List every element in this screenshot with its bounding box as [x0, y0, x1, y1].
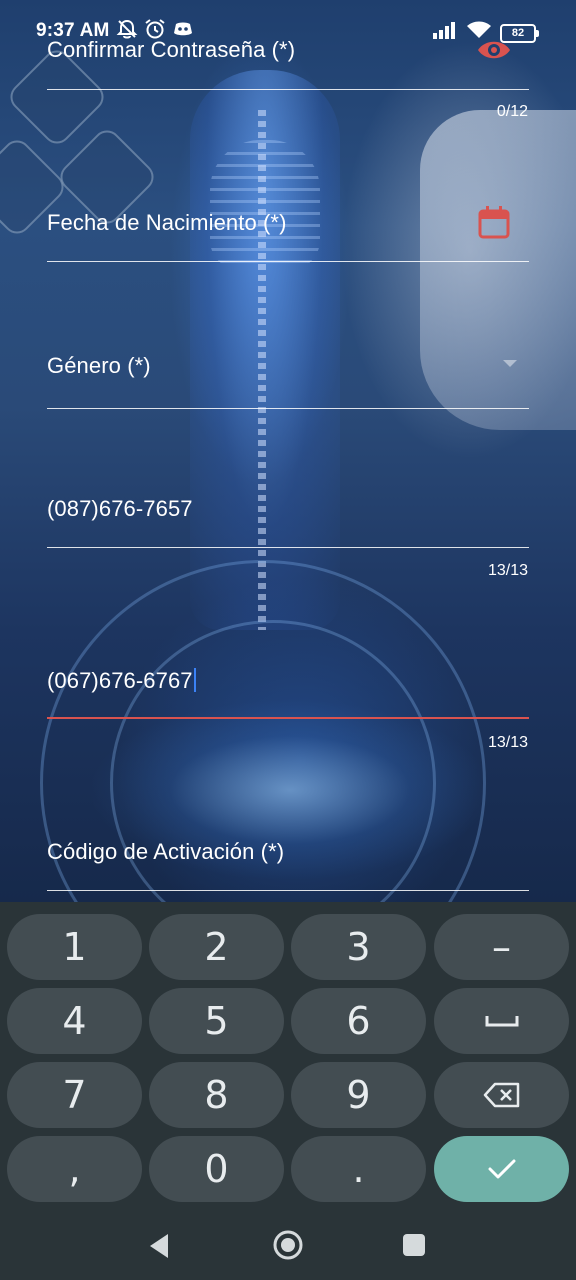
system-icons: 82 — [432, 20, 539, 46]
birth-date-underline — [47, 261, 529, 262]
key-minus[interactable]: – — [434, 914, 569, 980]
notification-icons — [116, 18, 194, 46]
key-6[interactable]: 6 — [291, 988, 426, 1054]
confirm-password-underline — [47, 89, 529, 90]
confirm-password-counter: 0/12 — [496, 103, 528, 120]
battery-icon: 82 — [500, 23, 539, 43]
birth-date-label: Fecha de Nacimiento (*) — [47, 210, 287, 235]
backspace-icon — [483, 1082, 519, 1108]
key-2[interactable]: 2 — [149, 914, 284, 980]
space-icon — [485, 1016, 518, 1027]
discord-icon — [172, 18, 194, 46]
checkmark-icon — [488, 1159, 515, 1179]
alarm-icon — [144, 18, 166, 46]
phone-1-counter: 13/13 — [487, 562, 528, 579]
key-period[interactable]: . — [291, 1136, 426, 1202]
gender-label: Género (*) — [47, 353, 151, 378]
key-4[interactable]: 4 — [7, 988, 142, 1054]
key-9[interactable]: 9 — [291, 1062, 426, 1128]
numeric-keyboard: 1 2 3 – 4 5 6 7 8 9 , 0 . — [0, 902, 576, 1212]
activation-code-underline — [47, 890, 529, 891]
status-bar: 9:37 AM 82 — [0, 0, 576, 64]
key-7[interactable]: 7 — [7, 1062, 142, 1128]
wifi-icon — [466, 20, 492, 46]
recents-icon[interactable] — [402, 1233, 426, 1262]
gender-underline — [47, 408, 529, 409]
key-8[interactable]: 8 — [149, 1062, 284, 1128]
home-icon[interactable] — [272, 1229, 304, 1266]
navigation-bar — [0, 1212, 576, 1280]
phone-2-value-wrapper: (067)676-6767 — [47, 668, 196, 694]
mute-bell-icon — [116, 18, 138, 46]
text-cursor — [193, 668, 196, 692]
status-time: 9:37 AM — [36, 20, 110, 41]
key-1[interactable]: 1 — [7, 914, 142, 980]
calendar-icon[interactable] — [478, 205, 510, 239]
phone-2-underline-active — [47, 717, 529, 719]
phone-1-value: (087)676-7657 — [47, 496, 193, 521]
back-icon[interactable] — [146, 1232, 172, 1265]
registration-form: Confirmar Contraseña (*) 0/12 Fecha de N… — [0, 0, 576, 902]
phone-1-underline — [47, 547, 529, 548]
key-space[interactable] — [434, 988, 569, 1054]
key-comma[interactable]: , — [7, 1136, 142, 1202]
phone-2-counter: 13/13 — [487, 734, 528, 751]
phone-2-value: (067)676-6767 — [47, 668, 193, 693]
key-0[interactable]: 0 — [149, 1136, 284, 1202]
activation-code-label: Código de Activación (*) — [47, 839, 285, 864]
key-backspace[interactable] — [434, 1062, 569, 1128]
key-3[interactable]: 3 — [291, 914, 426, 980]
key-confirm[interactable] — [434, 1136, 569, 1202]
key-5[interactable]: 5 — [149, 988, 284, 1054]
signal-icon — [432, 21, 458, 45]
dropdown-arrow-icon — [503, 360, 517, 367]
